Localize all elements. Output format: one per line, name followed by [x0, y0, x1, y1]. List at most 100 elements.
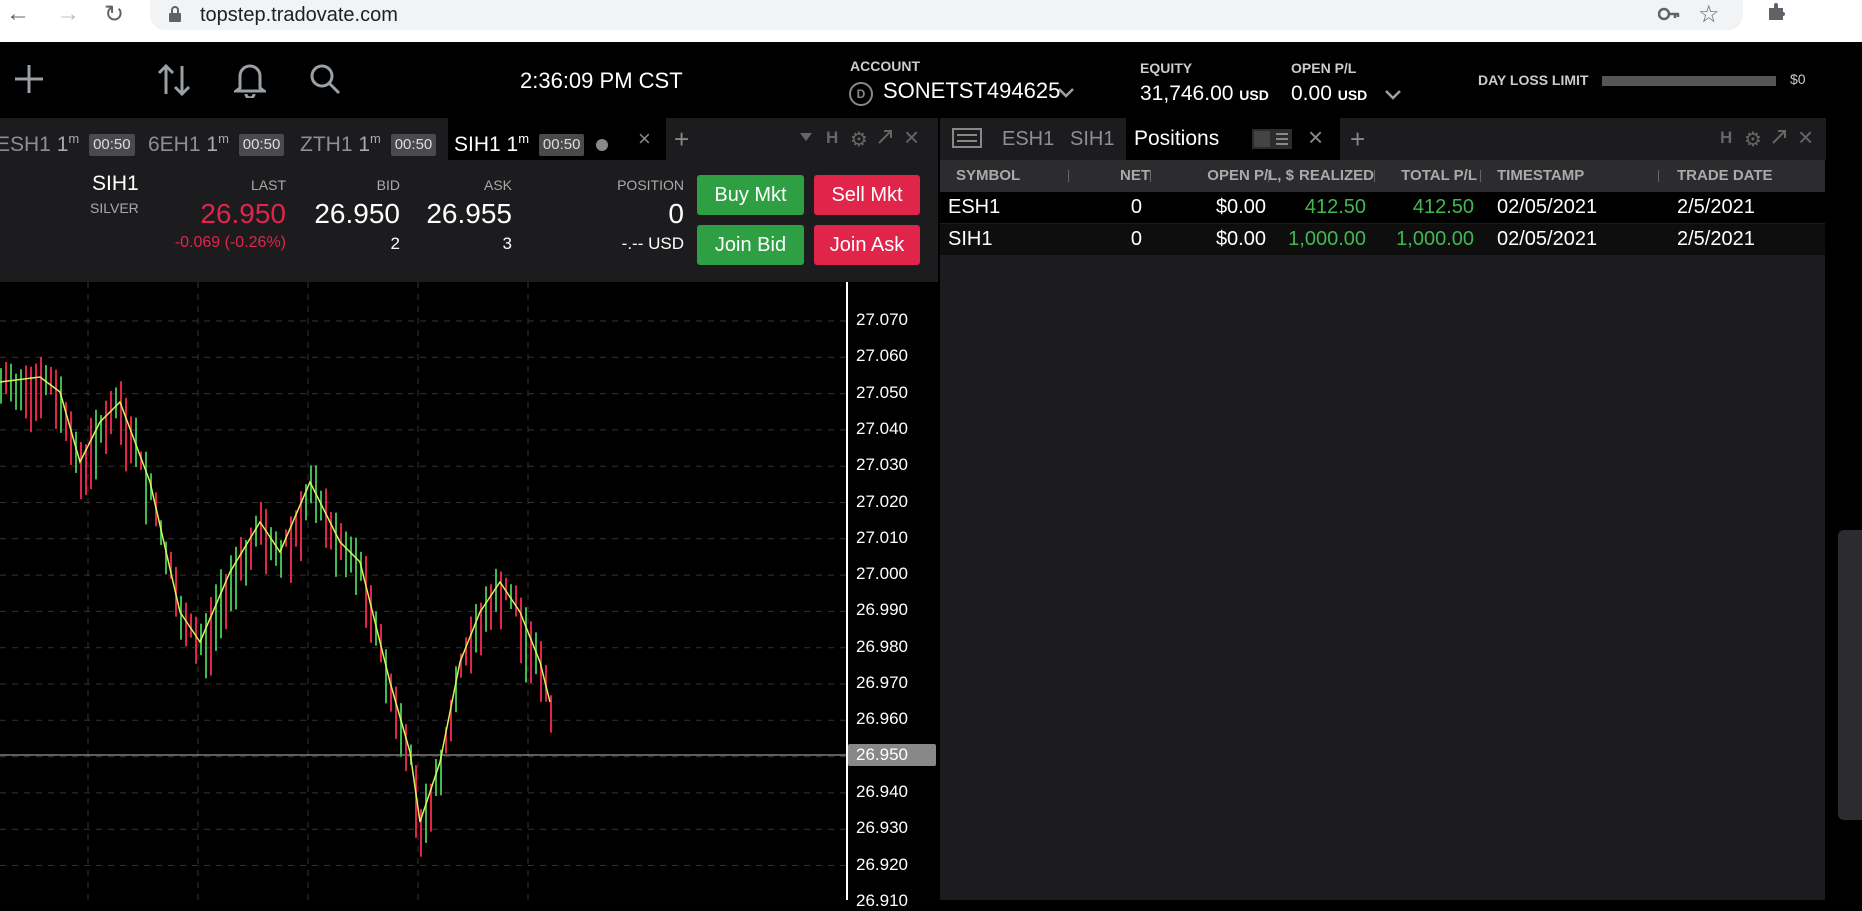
address-bar[interactable]: topstep.tradovate.com ☆: [150, 0, 1743, 30]
day-loss-bar: [1602, 76, 1776, 86]
join-ask-button[interactable]: Join Ask: [814, 225, 920, 265]
buy-market-button[interactable]: Buy Mkt: [697, 175, 804, 215]
bell-icon[interactable]: [231, 60, 269, 103]
table-row[interactable]: SIH1 0 $0.00 1,000.00 1,000.00 02/05/202…: [940, 224, 1825, 255]
tab-close-icon[interactable]: ×: [1308, 122, 1323, 153]
url-text[interactable]: topstep.tradovate.com: [200, 4, 398, 27]
candlestick-chart[interactable]: [0, 282, 846, 903]
price-axis[interactable]: 27.070 27.060 27.050 27.040 27.030 27.020 27.0…: [846, 282, 940, 910]
positions-tab-label: Positions: [1134, 127, 1220, 150]
price-tick: 27.010: [856, 527, 908, 547]
cell-timestamp: 02/05/2021: [1497, 196, 1598, 218]
table-row[interactable]: ESH1 0 $0.00 412.50 412.50 02/05/2021 2/…: [940, 192, 1825, 223]
add-tab-icon[interactable]: +: [1350, 124, 1365, 155]
candle: [205, 613, 207, 679]
tab-sih1[interactable]: SIH1 1m 00:50 ×: [448, 118, 666, 160]
col-header-total-pl[interactable]: TOTAL P/L: [1395, 160, 1477, 192]
tab-esh1-right[interactable]: ESH1: [1002, 118, 1054, 160]
panel-h-letter[interactable]: H: [1720, 128, 1732, 148]
view-toggle-icon[interactable]: [1252, 129, 1292, 149]
candle: [400, 703, 402, 757]
close-panel-icon[interactable]: ×: [904, 122, 919, 153]
equity-value: 31,746.00 USD: [1140, 82, 1269, 106]
tab-positions[interactable]: Positions ×: [1126, 118, 1340, 160]
col-header-realized[interactable]: REALIZED: [1290, 160, 1374, 192]
tab-status-dot-icon: [596, 139, 609, 152]
join-bid-button[interactable]: Join Bid: [697, 225, 804, 265]
chevron-down-icon[interactable]: [1056, 82, 1076, 107]
price-tick: 26.980: [856, 636, 908, 656]
cell-net: 0: [1130, 196, 1142, 218]
extensions-icon[interactable]: [1765, 0, 1789, 29]
candle: [0, 368, 2, 404]
gear-icon[interactable]: ⚙: [1744, 127, 1762, 152]
price-tick: 27.070: [856, 310, 908, 329]
tab-zth1[interactable]: ZTH1 1m 00:50: [300, 118, 437, 160]
position-usd: -.-- USD: [621, 234, 684, 253]
candle: [230, 555, 232, 612]
tab-interval: 1: [506, 133, 519, 156]
col-header-net[interactable]: NET: [1108, 160, 1150, 192]
forward-arrow-icon[interactable]: →: [56, 0, 80, 28]
key-icon[interactable]: [1657, 5, 1680, 28]
add-tab-icon[interactable]: +: [674, 124, 689, 155]
candle: [530, 621, 532, 684]
open-pl-value: 0.00 USD: [1291, 82, 1367, 106]
gear-icon[interactable]: ⚙: [850, 127, 868, 152]
tab-esh1[interactable]: ESH1 1m 00:50: [0, 118, 135, 160]
candle: [240, 536, 242, 581]
current-price-marker: 26.950: [848, 743, 936, 766]
chart-tab-bar: ESH1 1m 00:50 6EH1 1m 00:50 ZTH1 1m 00:5…: [0, 118, 938, 160]
candle: [70, 411, 72, 465]
tab-close-icon[interactable]: ×: [638, 118, 651, 160]
caret-down-icon[interactable]: [800, 130, 812, 148]
popout-icon[interactable]: [1770, 128, 1788, 151]
quote-name: SILVER: [90, 200, 139, 216]
reload-icon[interactable]: ↻: [104, 0, 124, 29]
candle: [490, 584, 492, 630]
add-icon[interactable]: [12, 62, 46, 101]
clock: 2:36:09 PM CST: [520, 68, 683, 93]
side-scroll-handle[interactable]: [1838, 530, 1862, 820]
tab-unit: m: [68, 131, 80, 146]
cell-timestamp: 02/05/2021: [1497, 228, 1598, 250]
popout-icon[interactable]: [876, 128, 894, 151]
col-header-symbol[interactable]: SYMBOL: [956, 160, 1020, 192]
tab-6eh1[interactable]: 6EH1 1m 00:50: [148, 118, 285, 160]
candle: [145, 451, 147, 525]
candle: [465, 637, 467, 666]
account-value[interactable]: SONETST494625: [883, 78, 1060, 104]
close-panel-icon[interactable]: ×: [1798, 122, 1813, 153]
candle: [235, 546, 237, 610]
cell-symbol: SIH1: [948, 228, 993, 250]
back-arrow-icon[interactable]: ←: [6, 0, 30, 28]
col-header-open-pl[interactable]: OPEN P/L, $: [1170, 160, 1294, 192]
keyboard-icon[interactable]: [952, 128, 982, 153]
search-icon[interactable]: [308, 62, 342, 101]
ask-label: ASK: [483, 177, 512, 193]
price-chart[interactable]: [0, 282, 846, 903]
open-pl-amount: 0.00: [1291, 82, 1332, 105]
bid-label: BID: [376, 177, 400, 193]
tab-unit: m: [218, 131, 229, 146]
candle: [385, 649, 387, 704]
star-icon[interactable]: ☆: [1698, 0, 1720, 29]
candle: [370, 585, 372, 643]
panel-h-letter[interactable]: H: [826, 128, 838, 148]
transfer-arrows-icon[interactable]: [156, 60, 192, 105]
tab-sih1-right[interactable]: SIH1: [1070, 118, 1114, 160]
candle: [185, 602, 187, 647]
chevron-down-icon[interactable]: [1383, 84, 1403, 109]
col-header-timestamp[interactable]: TIMESTAMP: [1497, 160, 1584, 192]
tab-countdown: 00:50: [538, 134, 585, 157]
cell-total-pl: 412.50: [1412, 196, 1474, 218]
col-header-trade-date[interactable]: TRADE DATE: [1677, 160, 1773, 192]
candle: [395, 686, 397, 739]
sell-market-button[interactable]: Sell Mkt: [814, 175, 920, 215]
candle: [520, 597, 522, 664]
lock-icon[interactable]: [168, 5, 182, 28]
price-tick: 26.960: [856, 709, 908, 729]
table-header: SYMBOL NET OPEN P/L, $ REALIZED TOTAL P/…: [940, 160, 1825, 192]
bid-price: 26.950: [314, 198, 400, 229]
candle: [40, 356, 42, 419]
